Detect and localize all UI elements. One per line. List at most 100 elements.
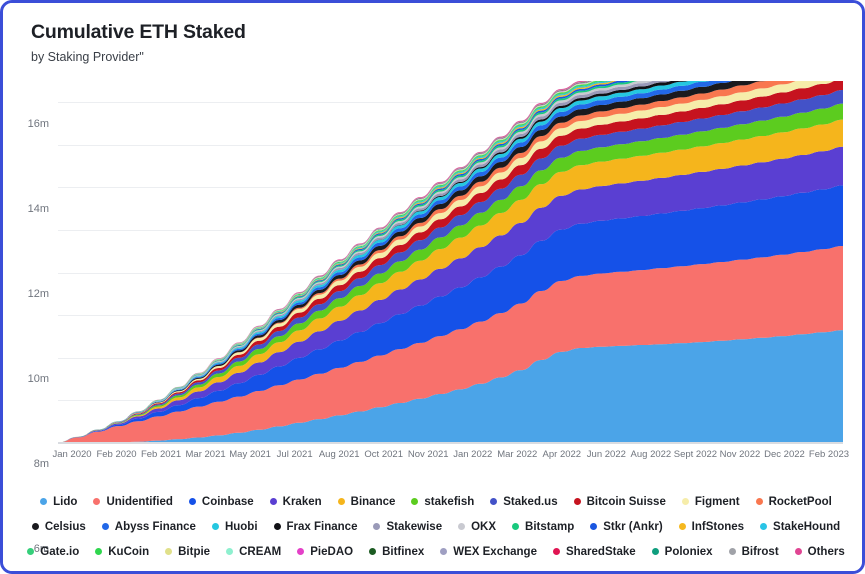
legend-item-abyss-finance[interactable]: Abyss Finance [101, 520, 196, 533]
legend-item-stkr-ankr[interactable]: Stkr (Ankr) [590, 521, 663, 533]
x-axis-tick-label: Aug 2022 [630, 449, 672, 460]
legend-item-bitpie[interactable]: Bitpie [165, 546, 210, 558]
legend-swatch-icon [337, 498, 345, 505]
x-axis-tick-label: Apr 2022 [542, 449, 582, 460]
legend-swatch-icon [297, 548, 305, 555]
legend-label: Huobi [224, 520, 258, 533]
legend-item-unidentified[interactable]: Unidentified [93, 495, 173, 508]
legend-label: Celsius [44, 520, 86, 533]
x-axis-tick-label: Jul 2021 [276, 449, 313, 460]
legend-label: Unidentified [106, 495, 173, 508]
y-axis-tick-label: 12m [27, 287, 49, 300]
legend-label: Staked.us [503, 495, 558, 508]
x-axis-tick-label: Sept 2022 [673, 449, 718, 460]
legend-swatch-icon [681, 498, 689, 505]
legend-swatch-icon [678, 523, 686, 530]
legend-label: SharedStake [565, 545, 636, 558]
legend-item-rocketpool[interactable]: RocketPool [755, 496, 832, 508]
legend-item-bifrost[interactable]: Bifrost [728, 545, 779, 558]
legend-swatch-icon [27, 548, 35, 555]
legend-swatch-icon [728, 548, 736, 555]
legend-item-gate-io[interactable]: Gate.io [27, 546, 79, 558]
y-axis-tick-label: 8m [33, 458, 49, 471]
legend-label: StakeHound [773, 520, 841, 533]
x-axis-line [58, 442, 843, 443]
legend-swatch-icon [31, 523, 39, 530]
x-axis-tick-label: Aug 2021 [318, 449, 360, 460]
x-axis-tick-label: Nov 2022 [719, 449, 761, 460]
legend-item-celsius[interactable]: Celsius [31, 520, 86, 533]
legend-item-stakewise[interactable]: Stakewise [373, 521, 442, 533]
legend-row: Celsius Abyss Finance Huobi Frax Finance Sta… [17, 514, 855, 539]
legend-label: Lido [53, 495, 78, 508]
legend-item-infstones[interactable]: InfStones [678, 521, 744, 533]
y-axis-tick-label: 10m [27, 373, 49, 386]
legend-label: Stakewise [386, 520, 443, 533]
legend-swatch-icon [269, 498, 277, 505]
legend-item-others[interactable]: Others [794, 545, 845, 558]
legend-label: Others [807, 545, 845, 558]
legend-item-binance[interactable]: Binance [337, 496, 395, 508]
legend-label: Bifrost [741, 545, 779, 558]
legend-label: WEX Exchange [453, 545, 537, 558]
legend-label: stakefish [424, 495, 475, 508]
x-axis-tick-label: Oct 2021 [364, 449, 403, 460]
chart-legend: Lido Unidentified Coinbase Kraken Binance sta… [17, 489, 855, 564]
plot-area: 02m4m6m8m10m12m14m16m [28, 81, 843, 555]
legend-swatch-icon [101, 523, 109, 530]
legend-item-frax-finance[interactable]: Frax Finance [273, 520, 358, 533]
y-axis-tick-label: 14m [27, 202, 49, 215]
legend-item-coinbase[interactable]: Coinbase [188, 495, 254, 508]
legend-swatch-icon [490, 498, 498, 505]
x-axis-tick-label: Jan 2022 [453, 449, 493, 460]
legend-swatch-icon [211, 523, 219, 530]
legend-label: KuCoin [108, 545, 150, 558]
legend-item-wex-exchange[interactable]: WEX Exchange [440, 546, 537, 558]
legend-item-bitcoin-suisse[interactable]: Bitcoin Suisse [573, 496, 666, 508]
legend-label: Figment [694, 495, 740, 508]
legend-item-huobi[interactable]: Huobi [211, 520, 258, 533]
legend-item-kraken[interactable]: Kraken [269, 495, 322, 508]
legend-item-figment[interactable]: Figment [681, 495, 740, 508]
legend-item-bitfinex[interactable]: Bitfinex [369, 546, 424, 558]
legend-swatch-icon [794, 548, 802, 555]
legend-row: Gate.io KuCoin Bitpie CREAM PieDAO Bitfinex WE… [17, 539, 855, 564]
legend-swatch-icon [760, 523, 768, 530]
chart-card-inner: Cumulative ETH Staked by Staking Provide… [3, 3, 862, 571]
legend-item-poloniex[interactable]: Poloniex [651, 546, 713, 558]
legend-item-sharedstake[interactable]: SharedStake [552, 545, 636, 558]
x-axis-tick-label: Feb 2021 [140, 449, 182, 460]
legend-item-okx[interactable]: OKX [458, 521, 496, 533]
stacked-area-series [58, 81, 843, 443]
x-axis-tick-label: Mar 2022 [497, 449, 538, 460]
x-axis-tick-label: Feb 2020 [96, 449, 137, 460]
chart-subtitle: by Staking Provider" [31, 50, 144, 64]
legend-label: Gate.io [40, 545, 80, 558]
legend-item-kucoin[interactable]: KuCoin [95, 546, 149, 558]
legend-item-stakehound[interactable]: StakeHound [760, 521, 840, 533]
legend-label: CREAM [239, 545, 282, 558]
legend-swatch-icon [273, 523, 281, 530]
legend-label: PieDAO [310, 545, 354, 558]
legend-item-stakefish[interactable]: stakefish [411, 496, 474, 508]
x-axis-tick-label: Jan 2020 [52, 449, 92, 460]
gridline: 0 [58, 443, 843, 444]
legend-label: Abyss Finance [114, 520, 196, 533]
legend-item-cream[interactable]: CREAM [226, 546, 281, 558]
legend-item-piedao[interactable]: PieDAO [297, 546, 353, 558]
legend-swatch-icon [93, 498, 101, 505]
legend-label: Kraken [282, 495, 322, 508]
x-axis-tick-label: Jun 2022 [586, 449, 626, 460]
legend-swatch-icon [165, 548, 173, 555]
legend-swatch-icon [573, 498, 581, 505]
legend-swatch-icon [226, 548, 234, 555]
legend-swatch-icon [651, 548, 659, 555]
legend-swatch-icon [95, 548, 103, 555]
legend-item-staked-us[interactable]: Staked.us [490, 495, 558, 508]
y-axis-tick-label: 16m [27, 117, 49, 130]
legend-label: Frax Finance [286, 520, 358, 533]
legend-item-bitstamp[interactable]: Bitstamp [512, 521, 574, 533]
chart-card: Cumulative ETH Staked by Staking Provide… [0, 0, 865, 574]
legend-label: Coinbase [201, 495, 254, 508]
legend-item-lido[interactable]: Lido [40, 496, 77, 508]
